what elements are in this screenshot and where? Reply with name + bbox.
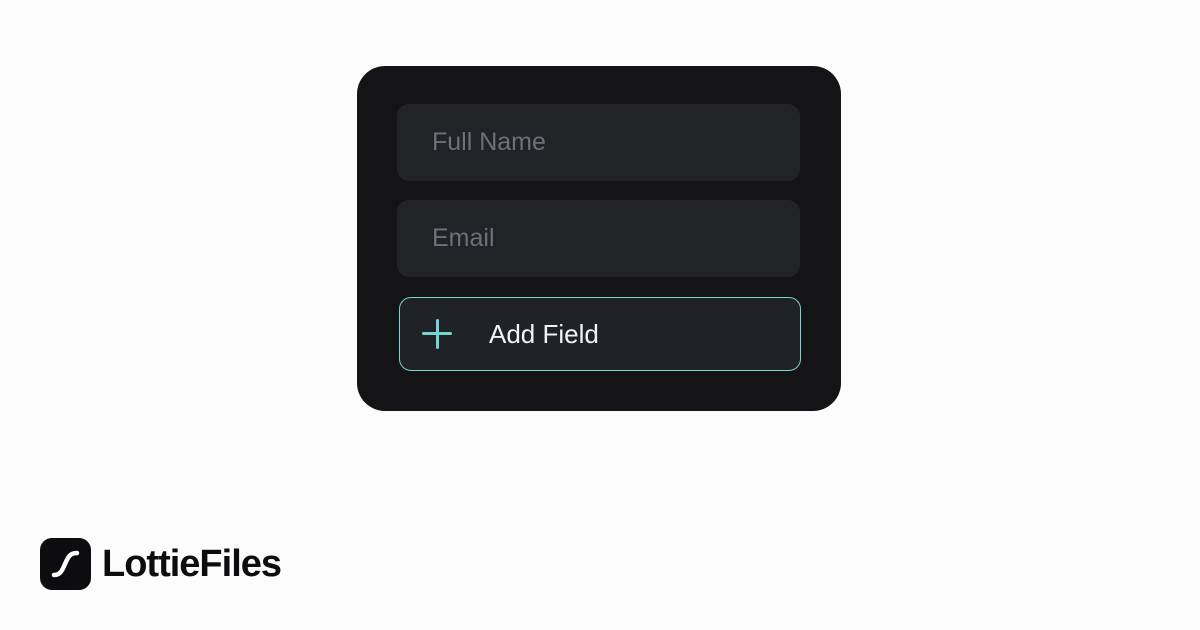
email-field[interactable] bbox=[397, 200, 800, 277]
plus-icon bbox=[422, 319, 452, 349]
full-name-input[interactable] bbox=[432, 128, 800, 157]
form-card: Add Field bbox=[357, 66, 841, 411]
add-field-button[interactable]: Add Field bbox=[399, 297, 801, 371]
add-field-label: Add Field bbox=[489, 318, 599, 349]
brand-logo: LottieFiles bbox=[40, 537, 282, 591]
brand-name: LottieFiles bbox=[102, 542, 282, 585]
lottiefiles-logo-icon bbox=[40, 538, 91, 590]
email-input[interactable] bbox=[432, 224, 800, 253]
full-name-field[interactable] bbox=[397, 104, 800, 181]
